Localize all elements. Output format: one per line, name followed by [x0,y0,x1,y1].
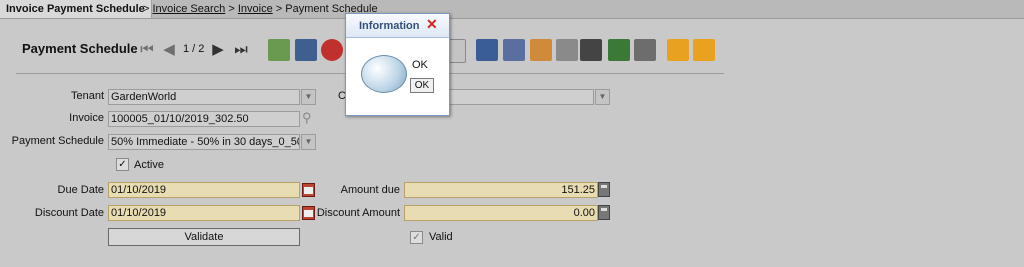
active-label: Active [134,159,164,171]
save-icon[interactable] [295,39,317,61]
discount-amount-field[interactable]: 0.00 [404,205,598,221]
last-record-icon[interactable]: ⏭ [230,39,252,61]
grid-toggle-icon[interactable] [448,39,466,63]
ok-button[interactable]: OK [410,78,434,93]
history-icon[interactable] [476,39,498,61]
print-icon[interactable] [530,39,552,61]
previous-record-icon[interactable]: ◀ [158,39,180,61]
next-record-icon[interactable]: ▶ [207,39,229,61]
amount-due-field[interactable]: 151.25 [404,182,598,198]
delete-icon[interactable] [321,39,343,61]
payment-schedule-dropdown-icon[interactable]: ▼ [301,134,316,150]
archive-icon[interactable] [608,39,630,61]
detail-down-icon[interactable] [693,39,715,61]
information-dialog: Information ✕ OK OK [345,13,450,116]
window-tab-bar: Invoice Payment Schedule > Invoice Searc… [0,0,1024,19]
discount-date-field[interactable]: 01/10/2019 [108,205,300,221]
window-tab[interactable]: Invoice Payment Schedule [0,0,152,18]
calculator-icon[interactable] [598,205,610,220]
new-record-icon[interactable] [268,39,290,61]
invoice-label: Invoice [69,112,104,124]
panel-title: Payment Schedule [22,41,138,56]
detail-icon[interactable] [667,39,689,61]
org-label: C [338,90,346,102]
close-icon[interactable]: ✕ [426,17,440,31]
record-counter: 1 / 2 [183,43,205,55]
org-dropdown-icon[interactable]: ▼ [595,89,610,105]
report-icon[interactable] [503,39,525,61]
validate-button[interactable]: Validate [108,228,300,246]
zoom-icon[interactable] [556,39,578,61]
dialog-header: Information ✕ [346,14,449,38]
calculator-icon[interactable] [598,182,610,197]
tenant-field[interactable]: GardenWorld [108,89,300,105]
active-checkbox[interactable]: ✓ [116,158,129,171]
discount-date-label: Discount Date [34,207,104,219]
breadcrumb-separator: > [228,3,235,15]
amount-due-label: Amount due [340,184,400,196]
first-record-icon[interactable]: ⏮ [136,39,158,61]
dialog-title: Information [359,20,420,32]
search-icon[interactable]: ⚲ [302,110,312,126]
tenant-label: Tenant [70,90,104,102]
valid-checkbox: ✓ [410,231,423,244]
payment-schedule-field[interactable]: 50% Immediate - 50% in 30 days_0_50 [108,134,300,150]
valid-label: Valid [429,231,453,243]
info-bubble-icon [361,55,407,93]
calendar-icon[interactable] [302,183,315,197]
breadcrumb-invoice[interactable]: Invoice [238,3,273,15]
breadcrumb-separator: > [143,3,150,15]
breadcrumb-separator: > [275,3,283,15]
calendar-icon[interactable] [302,206,315,220]
dialog-message: OK [412,59,428,71]
due-date-label: Due Date [57,184,104,196]
lookup-icon[interactable] [580,39,602,61]
breadcrumb: > Invoice Search > Invoice > Payment Sch… [143,0,378,18]
discount-amount-label: Discount Amount [316,207,400,219]
parent-icon[interactable] [634,39,656,61]
payment-schedule-label: Payment Schedule [11,135,104,147]
invoice-field[interactable]: 100005_01/10/2019_302.50 [108,111,300,127]
due-date-field[interactable]: 01/10/2019 [108,182,300,198]
breadcrumb-invoice-search[interactable]: Invoice Search [153,3,226,15]
tenant-dropdown-icon[interactable]: ▼ [301,89,316,105]
